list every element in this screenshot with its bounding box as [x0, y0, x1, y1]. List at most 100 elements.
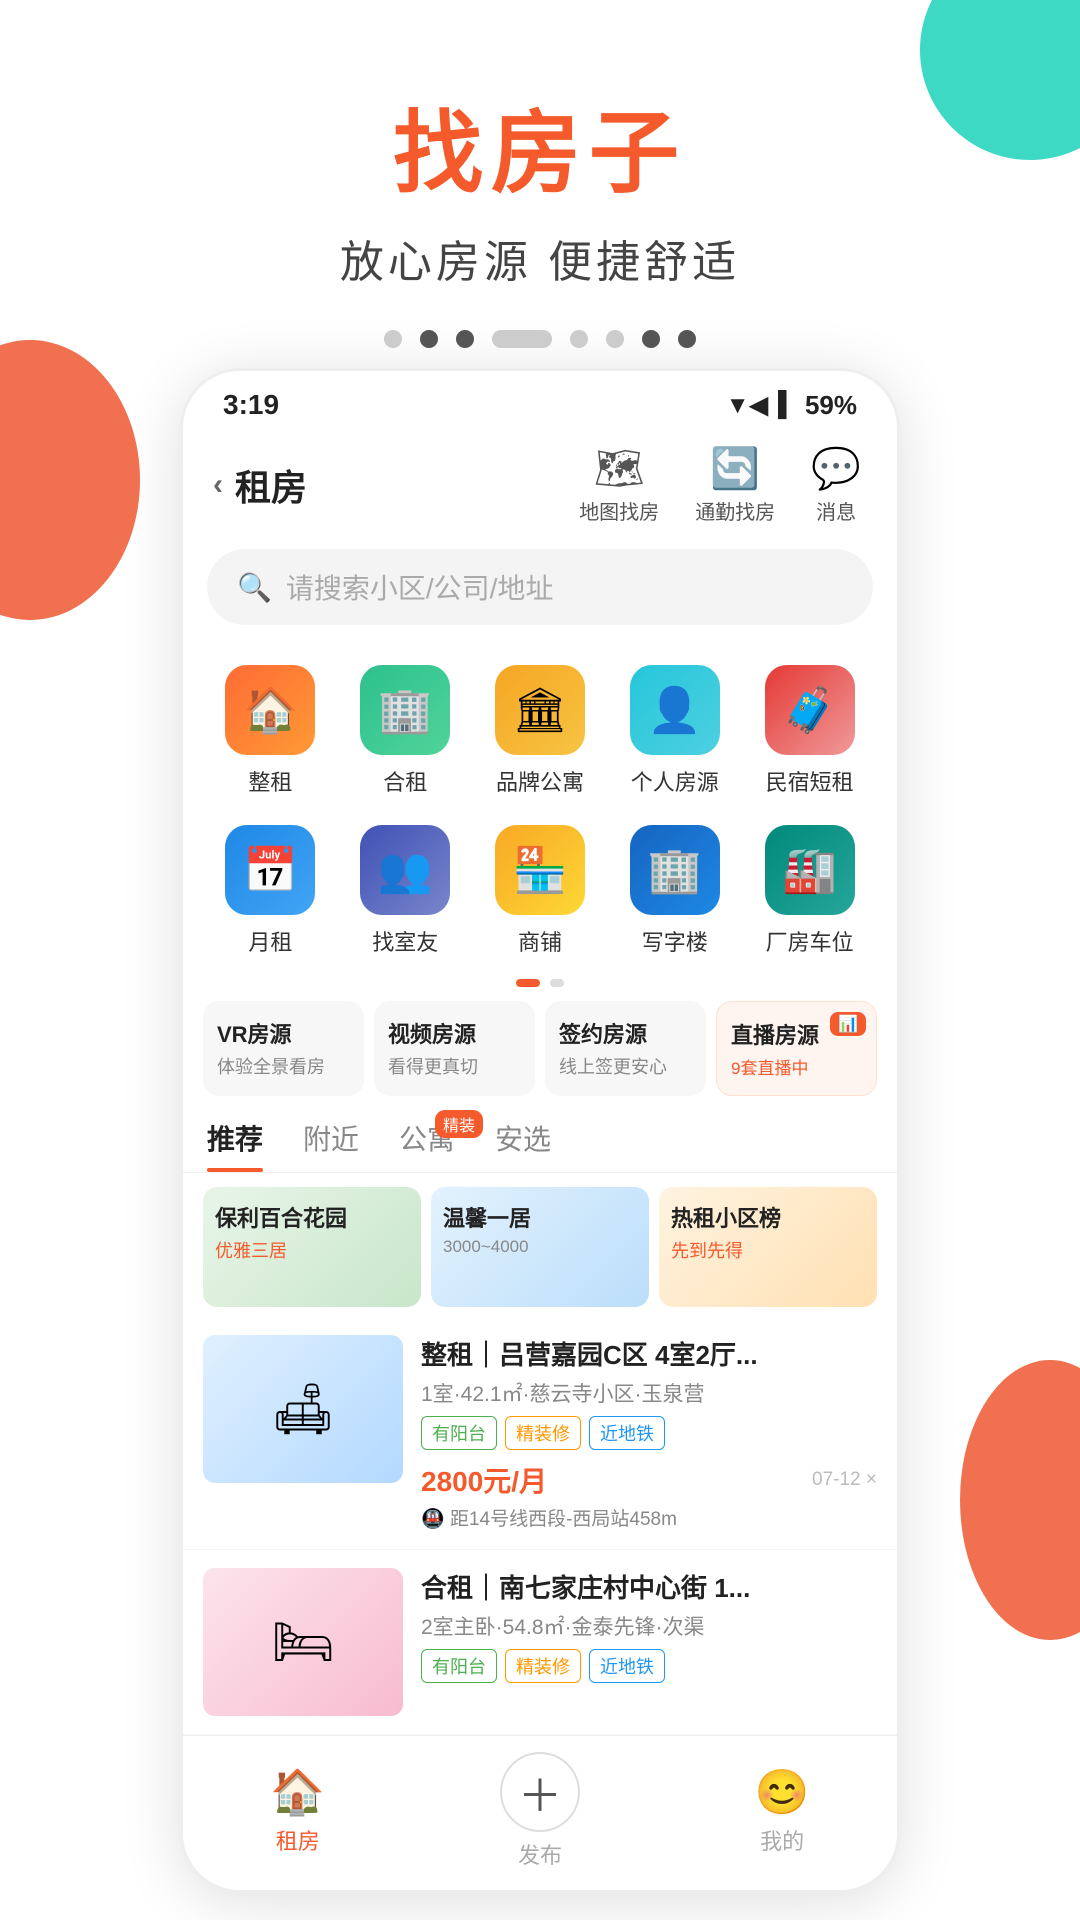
cat-label-office: 写字楼: [642, 925, 708, 957]
map-find-button[interactable]: 🗺 地图找房: [579, 445, 659, 525]
promo-title-2: 温馨一居: [431, 1187, 649, 1237]
cat-icon-monthly: 📅: [225, 825, 315, 915]
cat-shop[interactable]: 🏪 商铺: [473, 813, 608, 973]
cat-label-shop: 商铺: [518, 925, 562, 957]
dot-2[interactable]: [420, 330, 438, 348]
dot-pill[interactable]: [492, 330, 552, 348]
message-button[interactable]: 💬 消息: [811, 445, 861, 525]
tab-apartment-badge: 精装: [435, 1110, 483, 1138]
tab-nearby[interactable]: 附近: [303, 1118, 359, 1172]
bottom-nav-mine[interactable]: 😊 我的: [755, 1766, 810, 1856]
listing-title-1: 整租｜吕营嘉园C区 4室2厅...: [421, 1335, 877, 1372]
cat-monthly[interactable]: 📅 月租: [203, 813, 338, 973]
dot-1[interactable]: [384, 330, 402, 348]
commute-icon: 🔄: [710, 445, 760, 492]
cat-icon-factory: 🏭: [765, 825, 855, 915]
listing-item-2[interactable]: 🛏 合租｜南七家庄村中心街 1... 2室主卧·54.8㎡·金泰先锋·次渠 有阳…: [183, 1550, 897, 1735]
feature-video-desc: 看得更真切: [388, 1053, 521, 1079]
promo-card-2[interactable]: 温馨一居 3000~4000: [431, 1187, 649, 1307]
hero-title: 找房子: [0, 80, 1080, 210]
tab-apartment[interactable]: 公寓 精装: [399, 1118, 455, 1172]
tab-select[interactable]: 安选: [495, 1118, 551, 1172]
cat-label-zhenzu: 整租: [248, 765, 292, 797]
status-time: 3:19: [223, 389, 279, 421]
bg-orange-top-circle: [0, 340, 140, 620]
feature-vr-desc: 体验全景看房: [217, 1053, 350, 1079]
bottom-nav-mine-icon: 😊: [755, 1766, 810, 1818]
metro-icon: 🚇: [421, 1509, 445, 1530]
cat-label-brand: 品牌公寓: [496, 765, 584, 797]
dot-5[interactable]: [570, 330, 588, 348]
feature-vr-title: VR房源: [217, 1017, 350, 1049]
feature-sign[interactable]: 签约房源 线上签更安心: [545, 1001, 706, 1096]
commute-label: 通勤找房: [695, 496, 775, 525]
cat-icon-office: 🏢: [630, 825, 720, 915]
feature-sign-title: 签约房源: [559, 1017, 692, 1049]
status-bar: 3:19 ▼◀ ▌ 59%: [183, 371, 897, 431]
cat-icon-shop: 🏪: [495, 825, 585, 915]
nav-left: ‹ 租房: [213, 459, 307, 511]
pdot-2[interactable]: [550, 979, 564, 987]
bottom-nav-publish-label: 发布: [518, 1838, 562, 1870]
listing-tags-1: 有阳台 精装修 近地铁: [421, 1416, 877, 1450]
dots-indicator: [0, 330, 1080, 348]
cat-icon-zhenzu: 🏠: [225, 665, 315, 755]
nav-right: 🗺 地图找房 🔄 通勤找房 💬 消息: [579, 445, 861, 525]
feature-vr[interactable]: VR房源 体验全景看房: [203, 1001, 364, 1096]
signal-icon: ▌: [778, 391, 795, 419]
message-label: 消息: [816, 496, 856, 525]
status-right: ▼◀ ▌ 59%: [726, 390, 857, 421]
bottom-nav-rent[interactable]: 🏠 租房: [270, 1766, 325, 1856]
cat-roommate[interactable]: 👥 找室友: [338, 813, 473, 973]
tab-nearby-label: 附近: [303, 1124, 359, 1155]
cat-label-hezu: 合租: [383, 765, 427, 797]
dot-6[interactable]: [606, 330, 624, 348]
tabs-row: 推荐 附近 公寓 精装 安选: [183, 1110, 897, 1173]
live-count: 9套直播中: [731, 1054, 862, 1079]
cat-personal[interactable]: 👤 个人房源: [607, 653, 742, 813]
promo-card-3[interactable]: 热租小区榜 先到先得: [659, 1187, 877, 1307]
promo-title-3: 热租小区榜: [659, 1187, 877, 1237]
listing-price-1: 2800元/月: [421, 1460, 547, 1500]
listing-img-inner-1: 🛋: [203, 1335, 403, 1483]
cat-factory[interactable]: 🏭 厂房车位: [742, 813, 877, 973]
pdot-1[interactable]: [516, 979, 540, 987]
promo-sub-3: 先到先得: [659, 1237, 877, 1263]
cat-label-factory: 厂房车位: [766, 925, 854, 957]
cat-label-short: 民宿短租: [766, 765, 854, 797]
cat-brand[interactable]: 🏛 品牌公寓: [473, 653, 608, 813]
bottom-nav-rent-icon: 🏠: [270, 1766, 325, 1818]
tag-balcony-2: 有阳台: [421, 1649, 497, 1683]
promo-card-1[interactable]: 保利百合花园 优雅三居: [203, 1187, 421, 1307]
listing-price-row-1: 2800元/月 07-12 ×: [421, 1460, 877, 1500]
top-nav: ‹ 租房 🗺 地图找房 🔄 通勤找房 💬 消息: [183, 431, 897, 539]
listing-img-1: 🛋: [203, 1335, 403, 1483]
map-label: 地图找房: [579, 496, 659, 525]
feature-live[interactable]: 📊 直播房源 9套直播中: [716, 1001, 877, 1096]
cat-short[interactable]: 🧳 民宿短租: [742, 653, 877, 813]
commute-find-button[interactable]: 🔄 通勤找房: [695, 445, 775, 525]
cat-zhenzu[interactable]: 🏠 整租: [203, 653, 338, 813]
dot-8[interactable]: [678, 330, 696, 348]
listing-item-1[interactable]: 🛋 整租｜吕营嘉园C区 4室2厅... 1室·42.1㎡·慈云寺小区·玉泉营 有…: [183, 1317, 897, 1550]
cat-icon-brand: 🏛: [495, 665, 585, 755]
cat-hezu[interactable]: 🏢 合租: [338, 653, 473, 813]
back-arrow[interactable]: ‹: [213, 468, 223, 502]
cat-label-personal: 个人房源: [631, 765, 719, 797]
bottom-nav-publish[interactable]: ＋ 发布: [500, 1752, 580, 1870]
search-placeholder: 请搜索小区/公司/地址: [286, 567, 554, 607]
tab-recommend[interactable]: 推荐: [207, 1118, 263, 1172]
dot-7[interactable]: [642, 330, 660, 348]
feature-video[interactable]: 视频房源 看得更真切: [374, 1001, 535, 1096]
dot-3[interactable]: [456, 330, 474, 348]
promo-sub-2: 3000~4000: [431, 1237, 649, 1257]
cat-office[interactable]: 🏢 写字楼: [607, 813, 742, 973]
category-grid: 🏠 整租 🏢 合租 🏛 品牌公寓 👤 个人房源 🧳 民宿短租 📅 月租 👥 找室…: [183, 643, 897, 973]
battery-text: 59%: [805, 390, 857, 421]
bottom-nav-add-button[interactable]: ＋: [500, 1752, 580, 1832]
cat-label-roommate: 找室友: [372, 925, 438, 957]
listing-detail-2: 2室主卧·54.8㎡·金泰先锋·次渠: [421, 1611, 877, 1641]
cat-icon-short: 🧳: [765, 665, 855, 755]
promo-title-1: 保利百合花园: [203, 1187, 421, 1237]
search-bar[interactable]: 🔍 请搜索小区/公司/地址: [207, 549, 873, 625]
